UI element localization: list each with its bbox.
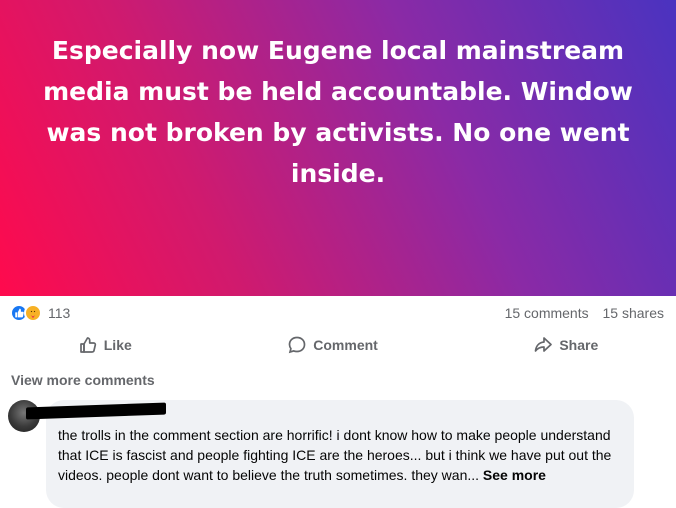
reactions-summary[interactable]: 113	[10, 304, 70, 322]
shares-count-link[interactable]: 15 shares	[603, 305, 664, 321]
comment-bubble: the trolls in the comment section are ho…	[26, 400, 634, 508]
comment-button[interactable]: Comment	[267, 331, 398, 359]
like-button[interactable]: Like	[58, 331, 152, 359]
post-actions-bar: Like Comment Share	[0, 330, 676, 360]
reaction-count: 113	[48, 305, 71, 321]
share-arrow-icon	[534, 337, 553, 352]
care-icon	[24, 304, 42, 322]
post-text: Especially now Eugene local mainstream m…	[43, 36, 633, 188]
comments-count-link[interactable]: 15 comments	[505, 305, 589, 321]
view-more-comments-link[interactable]: View more comments	[11, 372, 155, 388]
post-stats: 113 15 comments 15 shares	[10, 302, 664, 324]
share-button[interactable]: Share	[513, 331, 618, 359]
comment-item: the trolls in the comment section are ho…	[8, 400, 676, 508]
comment-label: Comment	[313, 337, 378, 353]
redacted-commenter-name	[26, 402, 166, 420]
share-label: Share	[559, 337, 599, 353]
post-banner: Especially now Eugene local mainstream m…	[0, 0, 676, 296]
comment-text: the trolls in the comment section are ho…	[58, 425, 622, 485]
thumbs-up-icon	[79, 337, 96, 353]
like-label: Like	[103, 337, 132, 353]
see-more-link[interactable]: See more	[483, 467, 546, 483]
comment-bubble-icon	[288, 336, 306, 354]
engagement-counts: 15 comments 15 shares	[495, 305, 664, 321]
